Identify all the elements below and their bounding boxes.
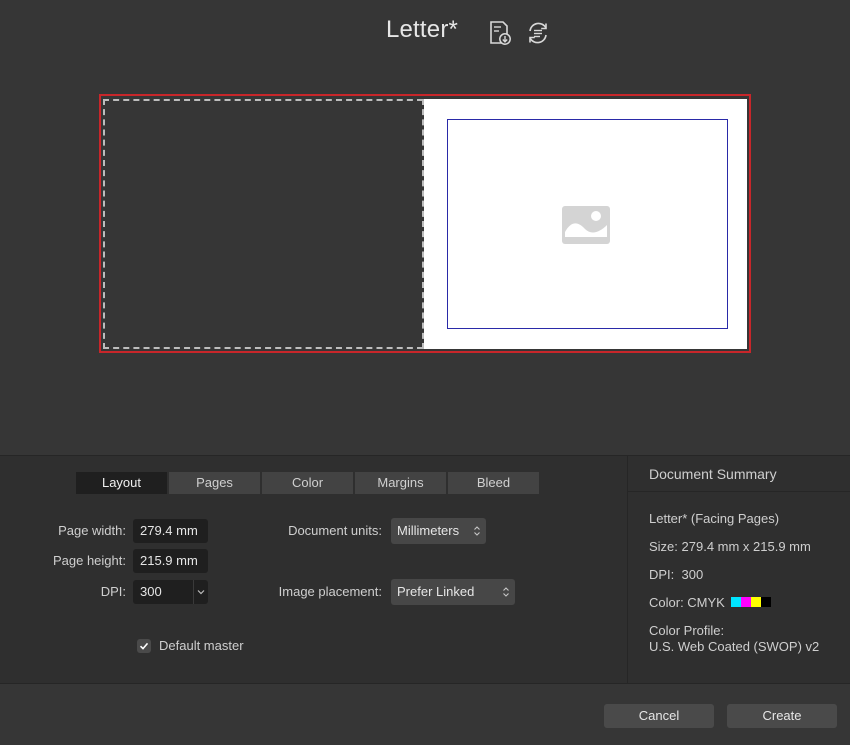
right-page	[424, 99, 747, 349]
image-placement-select[interactable]: Prefer Linked	[391, 579, 515, 605]
image-placeholder-icon	[561, 205, 611, 245]
summary-size: Size: 279.4 mm x 215.9 mm	[649, 539, 811, 554]
summary-title: Document Summary	[649, 466, 777, 482]
page-width-input[interactable]	[133, 519, 208, 543]
tab-margins[interactable]: Margins	[355, 472, 446, 494]
cmyk-swatch-3	[761, 597, 771, 607]
dpi-dropdown-button[interactable]	[193, 580, 208, 604]
tab-color[interactable]: Color	[262, 472, 353, 494]
page-height-label: Page height:	[52, 553, 126, 568]
dpi-input[interactable]	[133, 580, 193, 604]
document-units-label: Document units:	[288, 523, 382, 538]
sync-preset-icon[interactable]	[525, 20, 551, 46]
tab-layout[interactable]: Layout	[76, 472, 167, 494]
summary-profile-label: Color Profile:	[649, 623, 725, 638]
create-button[interactable]: Create	[727, 704, 837, 728]
cmyk-swatch-2	[751, 597, 761, 607]
cmyk-swatches	[731, 597, 771, 607]
summary-color: Color: CMYK	[649, 595, 725, 610]
page-height-input[interactable]	[133, 549, 208, 573]
dpi-label: DPI:	[100, 584, 126, 599]
save-preset-icon[interactable]	[487, 20, 513, 46]
document-title: Letter*	[0, 16, 850, 44]
summary-divider	[628, 491, 850, 492]
cmyk-swatch-0	[731, 597, 741, 607]
image-placement-value: Prefer Linked	[397, 584, 475, 599]
updown-chevron-icon	[502, 579, 510, 605]
default-master-label: Default master	[159, 638, 244, 653]
cancel-button[interactable]: Cancel	[604, 704, 714, 728]
document-title-text: Letter*	[385, 16, 459, 43]
checkmark-icon	[137, 638, 151, 653]
page-width-label: Page width:	[58, 523, 126, 538]
cmyk-swatch-1	[741, 597, 751, 607]
tab-bleed[interactable]: Bleed	[448, 472, 539, 494]
default-master-checkbox[interactable]: Default master	[137, 638, 244, 653]
document-summary: Document Summary Letter* (Facing Pages) …	[627, 456, 850, 683]
title-actions	[487, 20, 551, 46]
dialog-footer: Cancel Create	[0, 683, 850, 745]
chevron-down-icon	[197, 590, 205, 595]
settings-panel: Layout Pages Color Margins Bleed Page wi…	[0, 455, 850, 683]
updown-chevron-icon	[473, 518, 481, 544]
spread-preview	[99, 94, 751, 353]
summary-profile-value: U.S. Web Coated (SWOP) v2	[649, 639, 820, 654]
document-units-value: Millimeters	[397, 523, 460, 538]
document-units-select[interactable]: Millimeters	[391, 518, 486, 544]
tab-pages[interactable]: Pages	[169, 472, 260, 494]
summary-dpi: DPI: 300	[649, 567, 704, 582]
image-placement-label: Image placement:	[278, 584, 382, 599]
settings-tabs: Layout Pages Color Margins Bleed	[76, 472, 539, 494]
left-page-placeholder	[103, 99, 423, 349]
summary-name: Letter* (Facing Pages)	[649, 511, 780, 526]
